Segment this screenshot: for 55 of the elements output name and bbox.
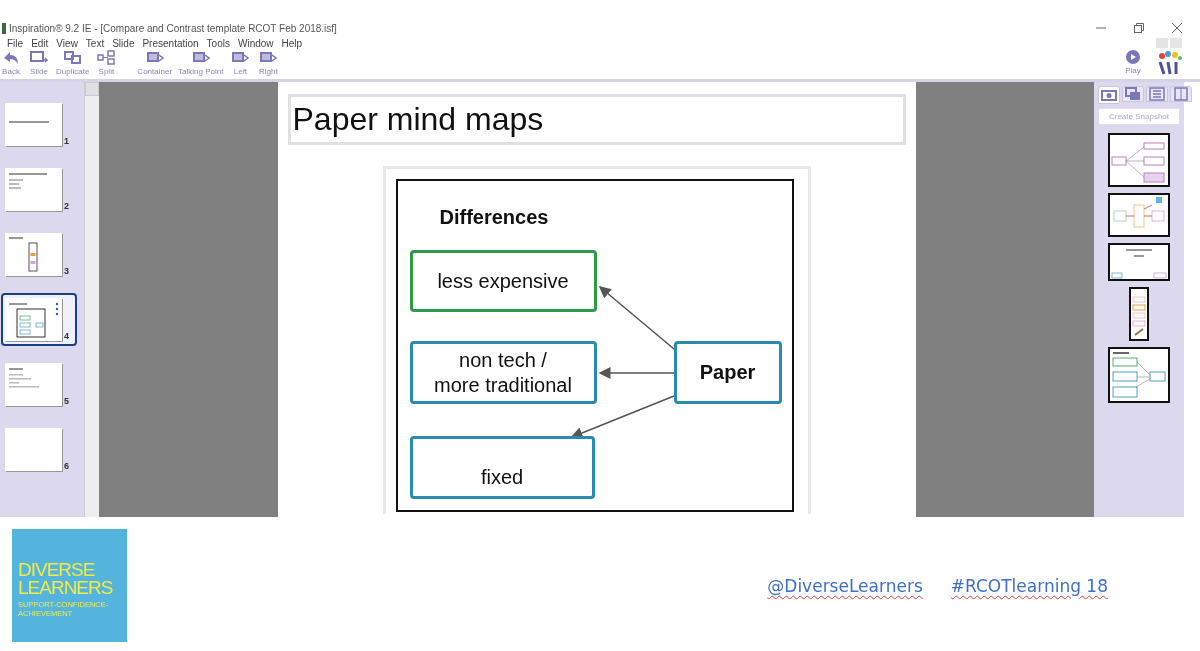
- close-icon[interactable]: [1172, 23, 1182, 33]
- logo-text: LEARNERS: [18, 579, 114, 597]
- slide-icon: [30, 50, 48, 65]
- menu-item[interactable]: Tools: [202, 37, 234, 49]
- page-icon: [1172, 86, 1190, 102]
- page-tab[interactable]: [1170, 86, 1192, 102]
- menu-item[interactable]: View: [52, 37, 82, 49]
- slide-thumbnail[interactable]: 6: [1, 423, 77, 476]
- menu-item[interactable]: Window: [233, 37, 278, 49]
- split-icon: [97, 50, 116, 65]
- list-arrow-icon: [145, 50, 164, 65]
- menu-item[interactable]: File: [3, 37, 28, 49]
- menu-item[interactable]: Edit: [27, 37, 53, 49]
- windows-icon: [1124, 86, 1142, 102]
- back-arrow-icon: [2, 50, 20, 65]
- slide-thumbnail[interactable]: 5: [1, 358, 77, 411]
- menu-item[interactable]: Text: [81, 37, 109, 49]
- back-tool-button[interactable]: Back: [0, 50, 22, 76]
- slide-tool-button[interactable]: Slide: [28, 50, 50, 76]
- list-arrow-icon: [231, 50, 250, 65]
- app-icon: [2, 22, 6, 34]
- window-title: Inspiration® 9.2 IE - [Compare and Contrast template RCOT Feb 2018.isf]: [9, 22, 338, 34]
- list-icon: [1148, 86, 1166, 102]
- idea-node: less expensive: [409, 250, 597, 312]
- slide-title: Paper mind maps: [287, 94, 906, 145]
- twitter-handle: @DiverseLearners: [767, 575, 923, 596]
- diagram-heading: Differences: [439, 206, 549, 229]
- slide-thumbnail[interactable]: 1: [1, 98, 77, 151]
- list-arrow-icon: [191, 50, 210, 65]
- list-tab[interactable]: [1146, 86, 1168, 102]
- menu-item[interactable]: Help: [277, 37, 307, 49]
- menu-item[interactable]: Slide: [108, 37, 139, 49]
- duplicate-icon: [63, 50, 82, 65]
- list-tool-button[interactable]: Left: [229, 50, 252, 76]
- central-node: Paper: [673, 341, 782, 404]
- idea-node: non tech / more traditional: [409, 341, 597, 404]
- idea-node: fixed: [409, 436, 595, 499]
- slide-thumbnail[interactable]: 4: [1, 293, 77, 346]
- slide-thumbnail[interactable]: 3: [1, 228, 77, 281]
- play-button[interactable]: Play: [1122, 50, 1144, 75]
- list-tool-button[interactable]: Talking Point: [178, 50, 224, 76]
- duplicate-tool-button[interactable]: Duplicate: [56, 50, 90, 76]
- windows-tab[interactable]: [1122, 86, 1144, 102]
- list-arrow-icon: [259, 50, 278, 65]
- camera-icon: [1100, 87, 1118, 103]
- logo-text: DIVERSE: [18, 561, 96, 579]
- slide-thumbnail[interactable]: 2: [1, 163, 77, 216]
- hashtag: #RCOTlearning 18: [950, 575, 1108, 596]
- camera-tab[interactable]: [1098, 86, 1120, 104]
- play-icon: [1126, 50, 1140, 64]
- balloons-icon: [1156, 50, 1182, 76]
- menu-item[interactable]: Presentation: [138, 37, 203, 49]
- list-tool-button[interactable]: Right: [257, 50, 280, 76]
- list-tool-button[interactable]: Container: [137, 50, 173, 76]
- split-tool-button[interactable]: Split: [95, 50, 118, 76]
